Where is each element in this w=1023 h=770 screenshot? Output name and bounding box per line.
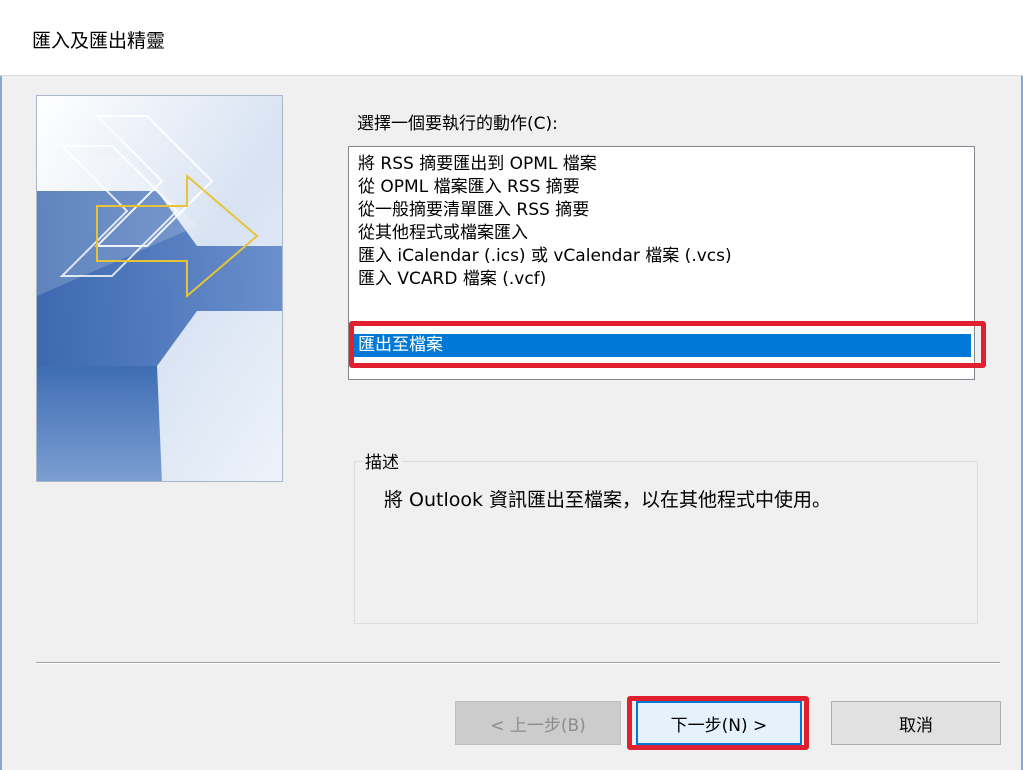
list-item-import-icalendar[interactable]: 匯入 iCalendar (.ics) 或 vCalendar 檔案 (.vcs… (354, 245, 971, 268)
list-item-import-rss-from-opml[interactable]: 從 OPML 檔案匯入 RSS 摘要 (354, 176, 971, 199)
list-item-import-from-other-program[interactable]: 從其他程式或檔案匯入 (354, 222, 971, 245)
footer-separator (36, 662, 1000, 664)
cancel-button[interactable]: 取消 (831, 701, 1001, 745)
list-item-export-to-file[interactable]: 匯出至檔案 (354, 334, 971, 357)
description-legend: 描述 (362, 448, 402, 473)
window-title: 匯入及匯出精靈 (32, 30, 166, 52)
description-text: 將 Outlook 資訊匯出至檔案，以在其他程式中使用。 (384, 489, 832, 511)
back-button[interactable]: < 上一步(B) (455, 701, 621, 745)
next-button[interactable]: 下一步(N) > (636, 701, 802, 745)
list-item-export-rss-to-opml[interactable]: 將 RSS 摘要匯出到 OPML 檔案 (354, 153, 971, 176)
action-prompt-label: 選擇一個要執行的動作(C): (357, 114, 558, 134)
wizard-illustration (36, 95, 283, 482)
title-bar[interactable]: 匯入及匯出精靈 (0, 0, 1023, 76)
list-item-import-rss-from-feed-list[interactable]: 從一般摘要清單匯入 RSS 摘要 (354, 199, 971, 222)
import-export-wizard-dialog: 匯入及匯出精靈 選擇一個要執行的動作(C): 將 RSS 摘要匯出到 OPML … (0, 0, 1023, 770)
window-border-left (0, 76, 2, 770)
list-item-import-vcard[interactable]: 匯入 VCARD 檔案 (.vcf) (354, 268, 971, 291)
action-listbox[interactable]: 將 RSS 摘要匯出到 OPML 檔案 從 OPML 檔案匯入 RSS 摘要 從… (348, 146, 975, 380)
